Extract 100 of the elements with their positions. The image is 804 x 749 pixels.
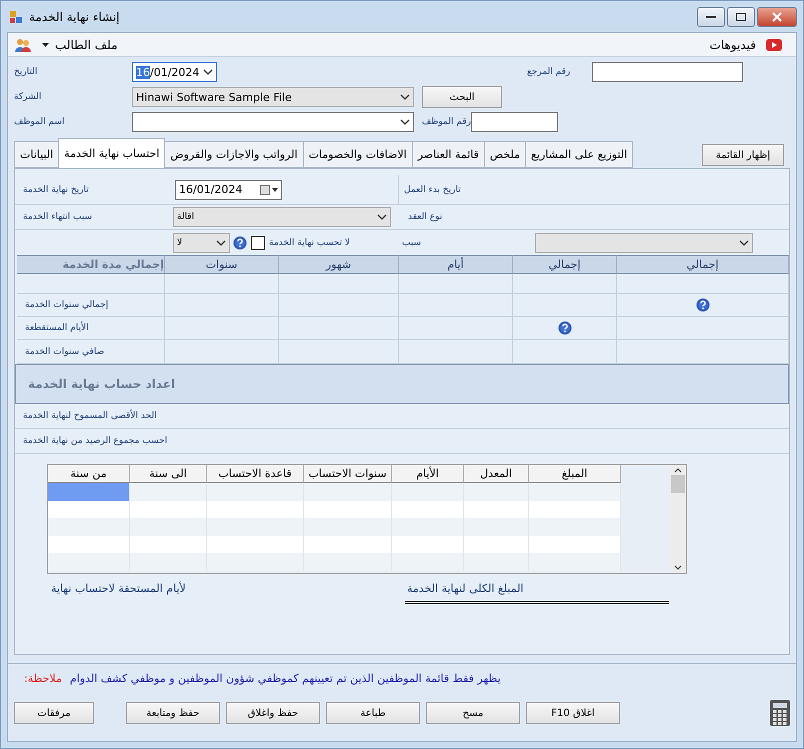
- column-header: قاعدة الاحتساب: [207, 465, 304, 483]
- no-calc-label: لا تحسب نهاية الخدمة: [269, 238, 352, 248]
- grid-cell[interactable]: [130, 553, 207, 570]
- grid-cell[interactable]: [48, 500, 130, 518]
- end-date-field[interactable]: 16/01/2024: [175, 180, 282, 200]
- scrollbar[interactable]: [670, 465, 686, 573]
- tab[interactable]: الاضافات والخصومات: [302, 141, 413, 168]
- tab[interactable]: الرواتب والاجازات والقروض: [164, 141, 304, 168]
- maximize-icon: [736, 13, 746, 21]
- company-label: الشركة: [14, 92, 42, 102]
- note-text: يظهر فقط قائمة الموظفين الذين تم تعيينهم كموظفي شؤون الموظفين و موظفي كشف الدوام: [70, 672, 501, 684]
- grid-cell[interactable]: [392, 553, 464, 570]
- grid-cell[interactable]: [529, 483, 621, 500]
- tab[interactable]: قائمة العناصر: [412, 141, 485, 168]
- grid-cell[interactable]: [392, 500, 464, 518]
- grid-cell[interactable]: [304, 553, 392, 570]
- grid-cell[interactable]: [304, 536, 392, 553]
- column-header: المعدل: [464, 465, 529, 483]
- end-date-label: تاريخ نهاية الخدمة: [23, 184, 90, 194]
- calculator-icon[interactable]: [770, 700, 790, 726]
- grid-cell[interactable]: [304, 518, 392, 536]
- checkbox[interactable]: [251, 236, 265, 250]
- tab[interactable]: ملخص: [484, 141, 526, 168]
- close-icon: [772, 12, 782, 22]
- grid-cell[interactable]: [207, 483, 304, 500]
- grid-cell[interactable]: [304, 500, 392, 518]
- column-header: شهور: [279, 255, 399, 274]
- dropdown-icon: [400, 94, 410, 100]
- date-label: التاريخ: [14, 67, 38, 77]
- grid-cell[interactable]: [48, 553, 130, 570]
- scroll-thumb[interactable]: [671, 475, 685, 493]
- grid-cell[interactable]: [464, 553, 529, 570]
- column-header: سنوات: [165, 255, 279, 274]
- grid-cell[interactable]: [464, 500, 529, 518]
- footer-button[interactable]: مسح: [426, 702, 520, 724]
- column-header: سنوات الاحتساب: [304, 465, 392, 483]
- note-label: ملاحظة:: [24, 672, 62, 684]
- footer-button[interactable]: حفظ ومتابعة: [126, 702, 220, 724]
- dropdown-icon: [203, 69, 213, 75]
- reason-dropdown[interactable]: [535, 232, 753, 252]
- grid-cell[interactable]: [130, 500, 207, 518]
- dropdown-icon: [377, 214, 387, 220]
- grid-cell[interactable]: [529, 536, 621, 553]
- grid-cell[interactable]: [48, 518, 130, 536]
- scroll-down-icon[interactable]: [674, 565, 682, 570]
- end-reason-label: سبب انتهاء الخدمة: [23, 212, 94, 222]
- grid-cell[interactable]: [130, 536, 207, 553]
- maximize-button[interactable]: [727, 7, 755, 27]
- grid-cell[interactable]: [392, 536, 464, 553]
- scroll-up-icon[interactable]: [674, 468, 682, 473]
- show-list-button[interactable]: إظهار القائمة: [702, 144, 784, 166]
- grid-cell[interactable]: [130, 483, 207, 500]
- footer-button[interactable]: حفظ واغلاق: [226, 702, 320, 724]
- help-icon[interactable]: [696, 298, 710, 312]
- grid-cell[interactable]: [304, 483, 392, 500]
- end-reason-dropdown[interactable]: اقالة: [173, 207, 391, 227]
- videos-menu[interactable]: فيديوهات: [706, 38, 760, 52]
- grid-cell[interactable]: [207, 536, 304, 553]
- video-play-icon: [766, 38, 782, 50]
- calc-balance-label: احسب مجموع الرصيد من نهاية الخدمة: [23, 436, 168, 446]
- dropdown-icon: [400, 119, 410, 125]
- company-dropdown[interactable]: Hinawi Software Sample File: [132, 87, 414, 107]
- max-allowed-label: الحد الأقصى المسموح لنهاية الخدمة: [23, 411, 157, 421]
- grid-cell[interactable]: [48, 483, 130, 500]
- grid-cell[interactable]: [392, 483, 464, 500]
- minimize-button[interactable]: [697, 7, 725, 27]
- grid-cell[interactable]: [464, 483, 529, 500]
- grid-cell[interactable]: [529, 518, 621, 536]
- row-label: الأيام المستقطعة: [25, 323, 89, 333]
- grid-cell[interactable]: [130, 518, 207, 536]
- help-icon[interactable]: [558, 321, 572, 335]
- tab[interactable]: احتساب نهاية الخدمة: [58, 138, 166, 168]
- help-icon[interactable]: [233, 236, 247, 250]
- search-button[interactable]: البحث: [422, 86, 502, 108]
- tab[interactable]: التوزيع على المشاريع: [525, 141, 634, 168]
- grid-cell[interactable]: [207, 500, 304, 518]
- tab[interactable]: البيانات: [14, 141, 60, 168]
- student-file-menu[interactable]: ملف الطالب: [38, 38, 122, 52]
- users-icon: [14, 36, 32, 52]
- start-date-label: تاريخ بدء العمل: [404, 184, 461, 194]
- employee-name-dropdown[interactable]: [132, 112, 414, 132]
- close-button[interactable]: [757, 7, 797, 27]
- grid-cell[interactable]: [207, 518, 304, 536]
- reference-number-field[interactable]: [592, 62, 743, 82]
- calendar-icon[interactable]: [260, 184, 278, 194]
- footer-button[interactable]: طباعة: [326, 702, 420, 724]
- footer-button[interactable]: اغلاق F10: [526, 702, 620, 724]
- grid-cell[interactable]: [207, 553, 304, 570]
- grid-cell[interactable]: [529, 500, 621, 518]
- footer-button[interactable]: مرفقات: [14, 702, 94, 724]
- date-field[interactable]: 16/01/2024: [132, 62, 217, 82]
- grid-cell[interactable]: [48, 536, 130, 553]
- grid-cell[interactable]: [529, 553, 621, 570]
- no-calc-dropdown[interactable]: لا: [173, 232, 230, 252]
- grid-cell[interactable]: [392, 518, 464, 536]
- grid-cell[interactable]: [464, 536, 529, 553]
- grid-cell[interactable]: [464, 518, 529, 536]
- column-header: المبلغ: [529, 465, 621, 483]
- total-amount-field: المبلغ الكلى لنهاية الخدمة: [405, 582, 669, 604]
- employee-number-field[interactable]: [471, 112, 558, 132]
